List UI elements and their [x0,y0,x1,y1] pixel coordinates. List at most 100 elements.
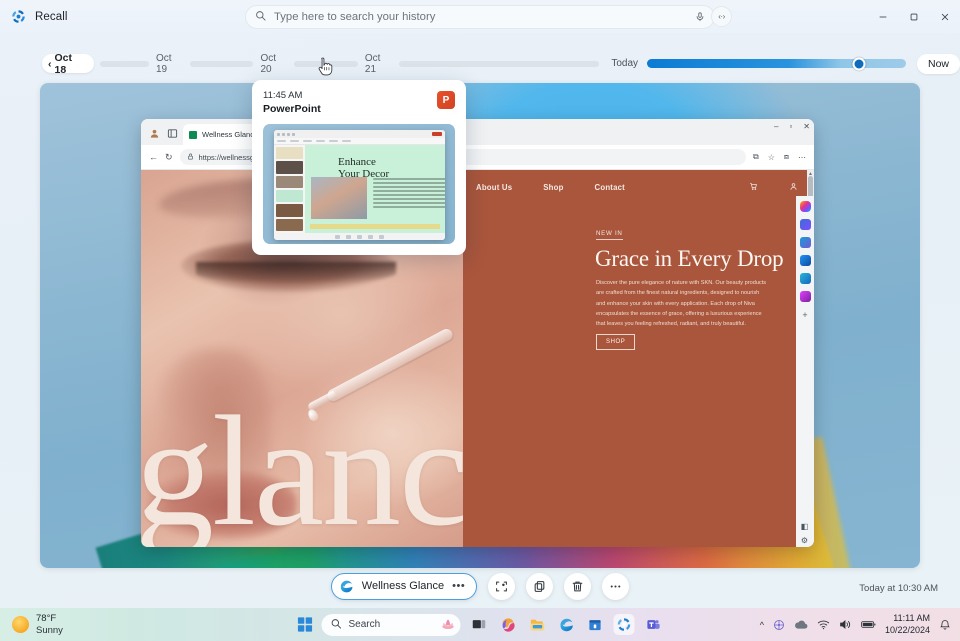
wifi-icon[interactable] [817,619,830,630]
timeline-segment[interactable] [190,61,254,67]
maximize-button[interactable]: ▫ [789,122,792,131]
minimize-button[interactable]: – [774,122,778,131]
more-icon[interactable]: ⋯ [798,153,806,162]
chevron-left-icon: ‹ [48,58,52,70]
now-button[interactable]: Now [917,54,960,74]
volume-icon[interactable] [839,619,852,630]
window-controls [867,0,960,33]
shop-cta-button[interactable]: SHOP [596,334,635,350]
hero-panel-right: About Us Shop Contact NEW IN Grace in Ev… [463,170,814,547]
hidden-icons[interactable] [773,619,785,631]
timeline-day-label[interactable]: Oct 21 [365,53,393,75]
copilot-icon[interactable] [800,201,811,212]
reading-view-icon[interactable]: ◧ [801,522,809,531]
hero-eyebrow: NEW IN [596,230,623,240]
edge-icon[interactable] [556,614,577,635]
timeline-today-track[interactable] [647,59,906,68]
timeline-current-day[interactable]: ‹ Oct 18 [42,54,94,73]
timeline-segment[interactable] [399,61,600,67]
sun-icon [12,616,29,633]
eyelash-shape [196,262,396,284]
site-info-icon[interactable] [187,153,194,162]
search-input[interactable] [274,11,687,23]
sidebar-app-icon[interactable] [800,237,811,248]
system-tray: ^ [760,613,951,636]
back-icon[interactable]: ← [149,152,158,162]
maximize-button[interactable] [898,0,929,33]
copilot-icon[interactable] [498,614,519,635]
sidebar-add-button[interactable]: + [800,309,811,320]
ppt-present-button [432,132,442,136]
browser-toolbar-actions: ⧉ ☆ ⧈ ⋯ [753,152,806,162]
select-region-button[interactable] [488,573,515,600]
browser-tab-title: Wellness Glance [202,130,258,139]
bell-icon[interactable] [939,619,951,631]
start-icon[interactable] [297,616,314,633]
recall-icon[interactable] [614,614,635,635]
collections-icon[interactable]: ⧈ [784,152,789,162]
taskbar-search[interactable]: Search [322,614,461,636]
nav-link-shop[interactable]: Shop [543,183,563,192]
onedrive-icon[interactable] [794,619,808,630]
tab-actions-icon[interactable] [165,126,179,140]
search-bar[interactable] [245,5,715,29]
task-view-icon[interactable] [469,614,490,635]
cart-icon[interactable] [749,182,758,193]
taskbar-time: 11:11 AM [885,613,930,624]
more-options-button[interactable] [602,573,629,600]
sidebar-app-icon[interactable] [800,291,811,302]
snapshot-action-bar: Wellness Glance ••• [0,567,960,605]
nav-link-contact[interactable]: Contact [595,183,625,192]
timeline-segment[interactable] [294,61,358,67]
weather-widget[interactable]: 78°F Sunny [12,613,63,637]
taskbar-center-group: Search [297,614,664,636]
settings-gear-icon[interactable]: ⚙ [801,536,808,545]
file-explorer-icon[interactable] [527,614,548,635]
split-screen-icon[interactable]: ⧉ [753,152,759,162]
snapshot-canvas[interactable]: Wellness Glance ✕ – ▫ ✕ ← ↻ https://well… [40,83,920,568]
timeline-day-label[interactable]: Oct 20 [260,53,288,75]
taskbar-search-placeholder: Search [349,619,381,630]
sidebar-app-icon[interactable] [800,255,811,266]
copy-button[interactable] [526,573,553,600]
powerpoint-icon: P [437,91,455,109]
nav-link-about-us[interactable]: About Us [476,183,512,192]
minimize-button[interactable] [867,0,898,33]
timeline-thumb[interactable] [853,57,866,70]
browser-status-icons: ◧ ⚙ [796,522,813,545]
lotus-icon[interactable] [440,616,457,633]
account-icon[interactable] [789,182,798,193]
sidebar-app-icon[interactable] [800,219,811,230]
microphone-icon[interactable] [695,11,705,23]
site-navigation: About Us Shop Contact [463,182,814,193]
captured-browser-window[interactable]: Wellness Glance ✕ – ▫ ✕ ← ↻ https://well… [141,119,814,547]
taskbar-clock[interactable]: 11:11 AM 10/22/2024 [885,613,930,636]
click-to-do-button[interactable]: ‹·› [711,6,732,27]
timeline-segment[interactable] [100,61,149,67]
weather-condition: Sunny [36,625,63,637]
close-button[interactable] [929,0,960,33]
browser-tab-strip: Wellness Glance ✕ – ▫ ✕ [141,119,814,145]
hidden-icons-chevron[interactable]: ^ [760,620,764,630]
store-icon[interactable] [585,614,606,635]
refresh-icon[interactable]: ↻ [165,152,173,163]
teams-icon[interactable] [643,614,664,635]
battery-icon[interactable] [861,620,876,629]
more-icon[interactable]: ••• [452,580,465,592]
favorite-icon[interactable]: ☆ [768,153,775,162]
preview-thumbnail: Enhance Your Decor [263,124,455,244]
timeline-day-label[interactable]: Oct 19 [156,53,184,75]
delete-button[interactable] [564,573,591,600]
ppt-ribbon [274,138,445,145]
sidebar-app-icon[interactable] [800,273,811,284]
timeline-scrubber[interactable]: ‹ Oct 18 Oct 19 Oct 20 Oct 21 Today Now [0,50,960,77]
app-source-pill[interactable]: Wellness Glance ••• [331,573,477,600]
close-button[interactable]: ✕ [803,122,810,131]
timeline-current-day-label: Oct 18 [55,52,85,76]
profile-icon[interactable] [147,126,161,140]
powerpoint-window-thumb: Enhance Your Decor [274,130,445,240]
ppt-slide-footer [310,224,440,229]
ppt-statusbar [274,233,445,240]
powerpoint-glyph: P [443,95,450,106]
ppt-titlebar [274,130,445,138]
